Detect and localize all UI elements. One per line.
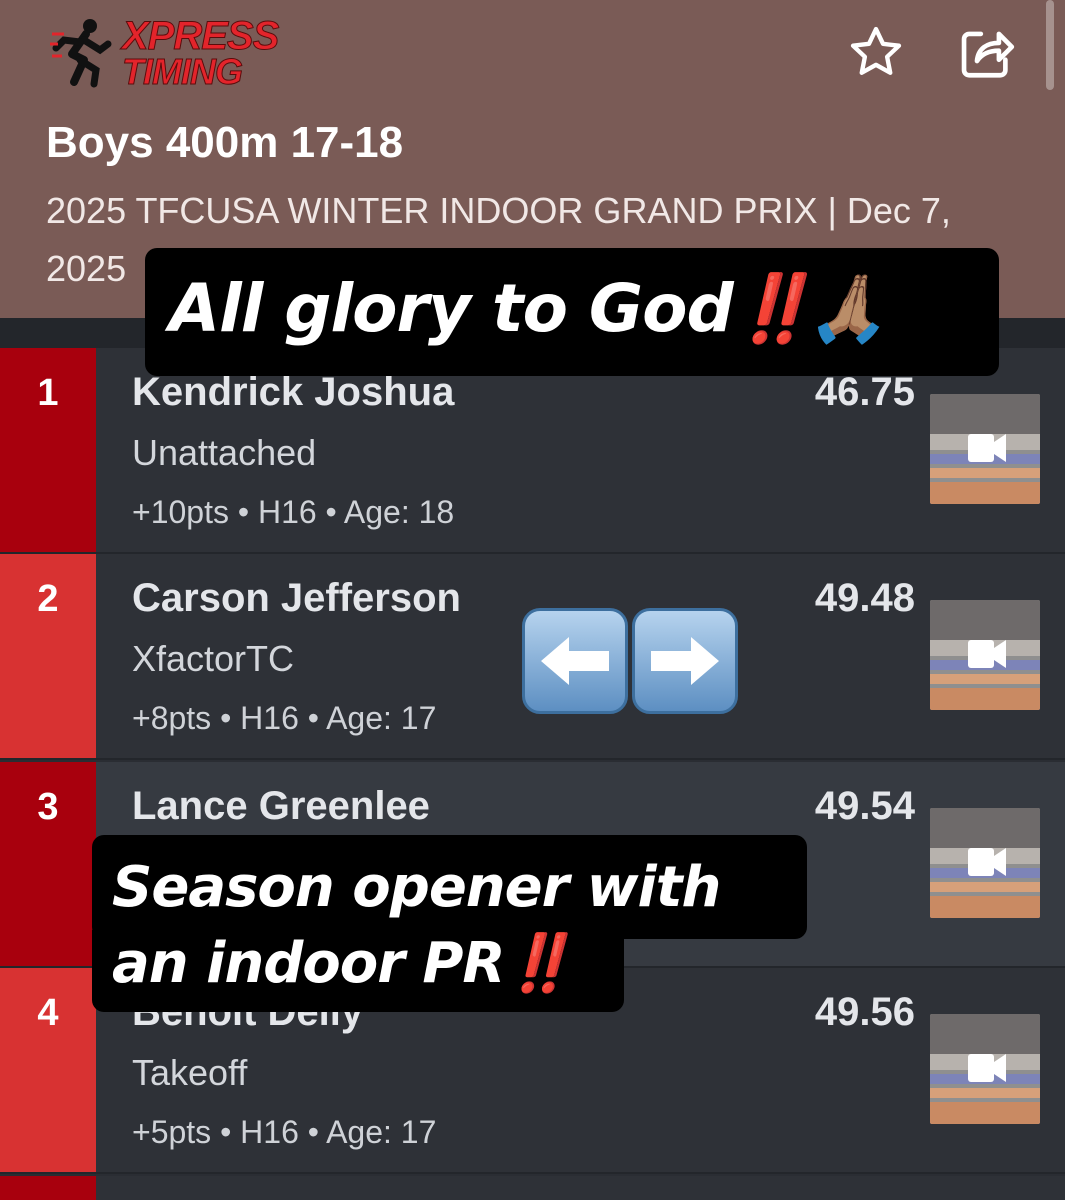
athlete-meta: +5pts • H16 • Age: 17 [132, 1114, 437, 1150]
rank-cell: 2 [0, 554, 96, 758]
rank-cell: 1 [0, 348, 96, 552]
athlete-team: Unattached [132, 432, 317, 473]
athlete-name[interactable]: Lance Greenlee [132, 784, 430, 829]
logo-line-2: TIMING [122, 51, 244, 92]
race-video-thumbnail[interactable] [930, 394, 1040, 504]
rank-cell: 3 [0, 762, 96, 966]
rank-number: 4 [37, 992, 59, 1034]
caption-top-text: All glory to God‼️🙏🏽 [169, 270, 889, 347]
runner-icon [50, 19, 112, 88]
athlete-team: XfactorTC [132, 638, 295, 679]
left-right-arrows-icon [522, 608, 738, 714]
favorite-button[interactable] [840, 16, 912, 88]
athlete-name[interactable]: Carson Jefferson [132, 576, 461, 621]
share-button[interactable] [950, 16, 1022, 88]
event-title: Boys 400m 17-18 [46, 118, 404, 167]
result-mark: 49.56 [814, 990, 915, 1034]
video-camera-icon [968, 1054, 1006, 1082]
result-mark: 49.48 [814, 576, 915, 620]
race-video-thumbnail[interactable] [930, 808, 1040, 918]
left-arrow-icon [522, 608, 628, 714]
xpress-timing-logo[interactable]: XPRESS TIMING [50, 12, 280, 92]
video-camera-icon [968, 434, 1006, 462]
caption-bottom-line2-wrap: an indoor PR‼️ [112, 930, 575, 996]
caption-bottom-cont: an indoor PR‼️ [92, 930, 624, 1012]
race-video-thumbnail[interactable] [930, 1014, 1040, 1124]
athlete-meta: +10pts • H16 • Age: 18 [132, 494, 455, 530]
video-camera-icon [968, 848, 1006, 876]
right-arrow-icon [632, 608, 738, 714]
caption-bottom-emoji: ‼️ [504, 931, 575, 996]
logo-line-1: XPRESS [121, 14, 279, 58]
rank-number: 1 [37, 372, 59, 414]
result-row[interactable]: 1 Kendrick Joshua Unattached +10pts • H1… [0, 348, 1065, 554]
athlete-name[interactable]: Kendrick Joshua [132, 370, 454, 415]
rank-cell: 4 [0, 968, 96, 1172]
caption-bottom-line1: Season opener with [112, 855, 721, 920]
scrollbar[interactable] [1046, 0, 1054, 90]
star-icon [850, 26, 902, 75]
caption-top: All glory to God‼️🙏🏽 [145, 248, 999, 376]
result-mark: 46.75 [814, 370, 915, 414]
caption-bottom: Season opener with [92, 835, 807, 939]
athlete-meta: +8pts • H16 • Age: 17 [132, 700, 437, 736]
race-video-thumbnail[interactable] [930, 600, 1040, 710]
caption-top-emoji: ‼️🙏🏽 [732, 270, 889, 347]
share-icon [961, 31, 1015, 78]
rank-number: 2 [37, 578, 59, 620]
rank-cell [0, 1176, 96, 1200]
result-mark: 49.54 [814, 784, 915, 828]
caption-bottom-line2: an indoor PR [112, 931, 506, 996]
athlete-team: Takeoff [132, 1052, 248, 1093]
result-row[interactable] [0, 1176, 1065, 1200]
video-camera-icon [968, 640, 1006, 668]
rank-number: 3 [37, 786, 59, 828]
